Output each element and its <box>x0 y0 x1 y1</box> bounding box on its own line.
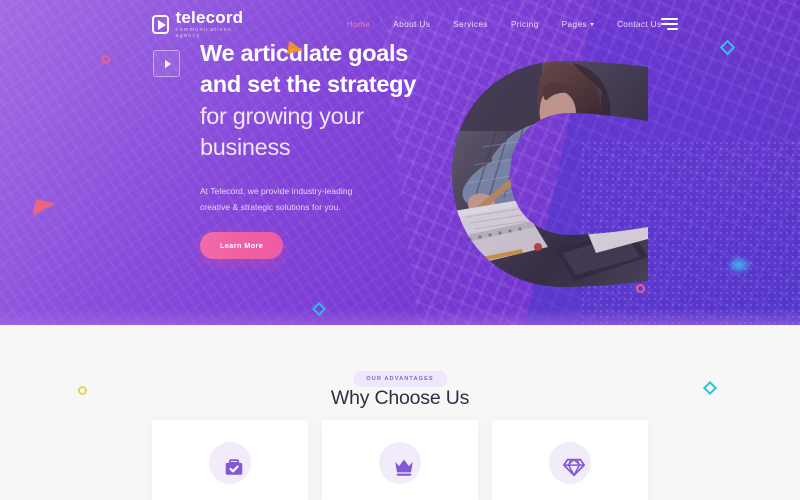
hero-section: telecord communications agency Home Abou… <box>0 0 800 325</box>
yellow-circle-outline-icon <box>78 386 87 395</box>
chevron-down-icon <box>589 23 594 26</box>
hero-bottom-fade <box>0 309 800 325</box>
brand-name: telecord <box>175 8 244 28</box>
nav-item-about-us[interactable]: About Us <box>393 19 430 29</box>
pink-circle-outline-icon <box>101 55 110 64</box>
learn-more-button[interactable]: Learn More <box>200 232 284 260</box>
nav-item-services[interactable]: Services <box>453 19 488 29</box>
advantage-card[interactable] <box>152 420 308 500</box>
hero-subtitle: At Telecord, we provide industry-leading… <box>200 184 800 215</box>
nav-item-pricing[interactable]: Pricing <box>511 19 539 29</box>
hero-title-line-2: and set the strategy <box>200 71 417 98</box>
hamburger-menu-icon[interactable] <box>661 18 679 30</box>
briefcase-check-icon <box>225 459 243 475</box>
nav-item-services-label: Services <box>453 19 488 29</box>
hero-subtitle-line-2: creative & strategic solutions for you. <box>200 201 341 212</box>
icon-circle-background <box>549 442 591 484</box>
hamburger-line <box>661 18 679 20</box>
brand-logo-text: telecord communications agency <box>176 9 246 39</box>
nav-item-contact-us-label: Contact Us <box>616 19 662 29</box>
top-navigation-bar: telecord communications agency Home Abou… <box>0 0 800 48</box>
advantage-cards <box>152 420 648 500</box>
hero-title-line-4: business <box>200 133 291 160</box>
cyan-glow-dot-icon <box>726 256 752 274</box>
nav-item-pages-label: Pages <box>561 19 587 29</box>
diamond-gem-icon <box>563 458 585 477</box>
nav-item-home-label: Home <box>346 19 371 29</box>
advantage-card[interactable] <box>492 420 648 500</box>
brand-logo[interactable]: telecord communications agency <box>152 9 246 39</box>
nav-item-pricing-label: Pricing <box>510 19 539 29</box>
hero-subtitle-line-1: At Telecord, we provide industry-leading <box>200 186 353 196</box>
crown-icon <box>395 459 413 476</box>
nav-item-contact-us[interactable]: Contact Us <box>617 19 662 29</box>
icon-circle-background <box>209 442 251 484</box>
hamburger-line <box>667 28 679 30</box>
hero-title-line-3: for growing your <box>200 102 364 129</box>
hero-title: We articulate goals and set the strategy… <box>200 38 800 163</box>
hamburger-line <box>661 23 679 25</box>
nav-item-about-us-label: About Us <box>393 19 431 29</box>
main-nav: Home About Us Services Pricing Pages Con… <box>347 19 662 29</box>
section-title: Why Choose Us <box>330 387 470 409</box>
play-button-icon[interactable] <box>153 50 180 77</box>
icon-circle-background <box>379 442 421 484</box>
play-triangle-logo-icon <box>152 14 169 34</box>
pink-circle-outline-2-icon <box>636 284 645 293</box>
nav-item-home[interactable]: Home <box>347 19 371 29</box>
advantages-section: OUR ADVANTAGES Why Choose Us <box>0 325 800 500</box>
landing-page: telecord communications agency Home Abou… <box>0 0 800 500</box>
nav-item-pages[interactable]: Pages <box>562 19 594 29</box>
brand-tagline: communications agency <box>175 27 232 39</box>
advantage-card[interactable] <box>322 420 478 500</box>
section-badge: OUR ADVANTAGES <box>353 371 447 387</box>
